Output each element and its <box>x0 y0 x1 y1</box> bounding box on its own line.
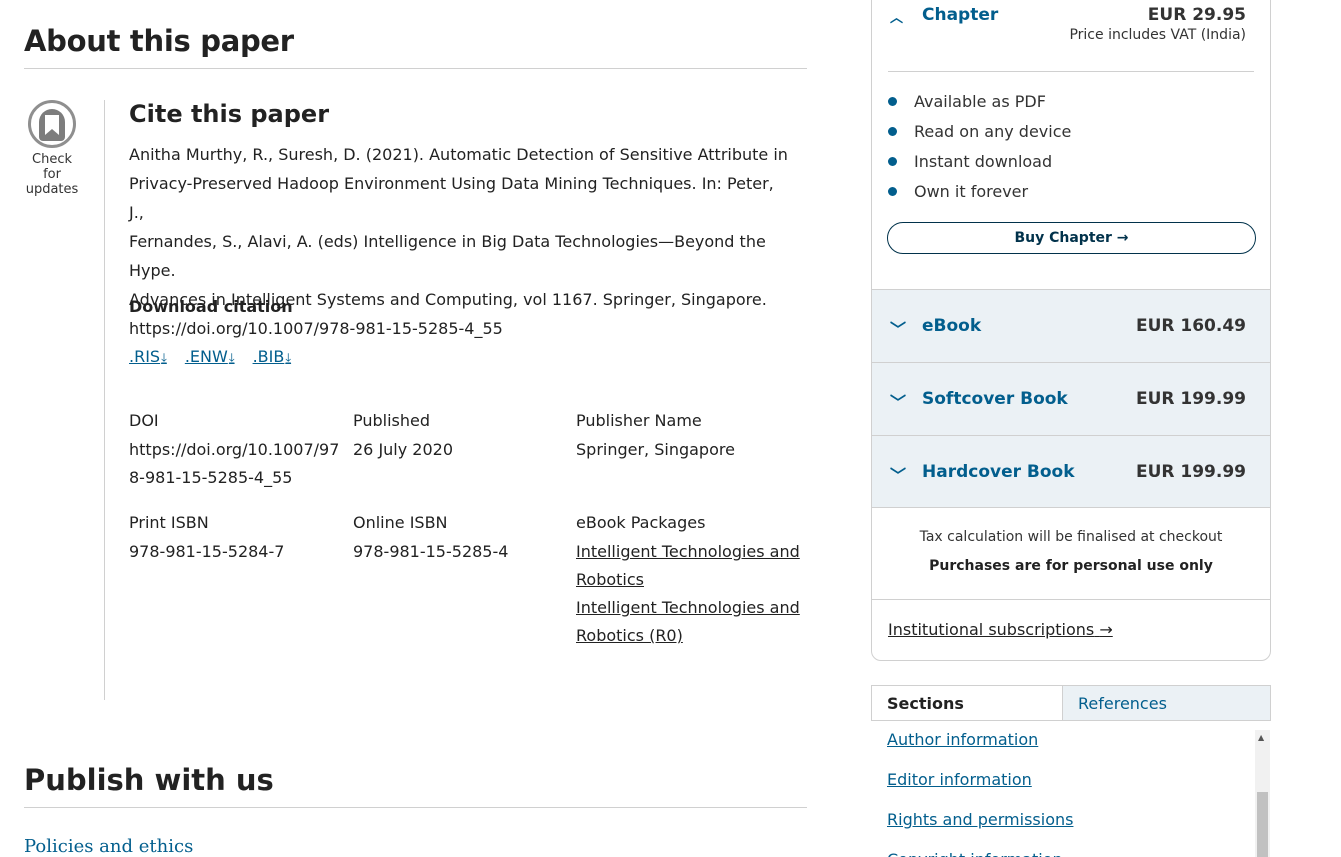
arrow-right-icon: → <box>1116 230 1129 246</box>
format-price: EUR 199.99 <box>1135 389 1246 409</box>
bullet-icon <box>888 186 897 196</box>
feature-item: Read on any device <box>888 116 1071 146</box>
chevron-down-icon: ﹀ <box>890 466 907 485</box>
print-isbn-value: 978-981-15-5284-7 <box>129 542 285 561</box>
format-option-softcover[interactable]: ﹀ Softcover Book EUR 199.99 <box>872 362 1270 435</box>
feature-item: Instant download <box>888 146 1071 176</box>
divider <box>24 807 807 808</box>
chevron-up-icon[interactable]: ︿ <box>890 7 903 26</box>
scroll-up-arrow-icon[interactable]: ▲ <box>1258 733 1264 742</box>
bullet-icon <box>888 126 897 136</box>
bullet-icon <box>888 156 897 166</box>
format-option-hardcover[interactable]: ﹀ Hardcover Book EUR 199.99 <box>872 435 1270 508</box>
download-icon: ⤓ <box>228 351 235 366</box>
download-bib-link[interactable]: .BIB⤓ <box>253 347 292 366</box>
download-icon: ⤓ <box>285 351 292 366</box>
cite-heading: Cite this paper <box>129 100 330 128</box>
tab-references[interactable]: References <box>1063 686 1270 720</box>
section-link-author-information[interactable]: Author information <box>887 728 1073 768</box>
arrow-right-icon: → <box>1099 620 1113 639</box>
print-isbn-label: Print ISBN <box>129 513 209 532</box>
format-name: Hardcover Book <box>922 462 1075 482</box>
purchase-panel: ︿ Chapter EUR 29.95 Price includes VAT (… <box>871 0 1271 661</box>
doi-label: DOI <box>129 411 159 430</box>
format-option-ebook[interactable]: ﹀ eBook EUR 160.49 <box>872 289 1270 362</box>
vertical-divider <box>104 100 105 700</box>
institutional-subscriptions-link[interactable]: Institutional subscriptions → <box>888 620 1113 639</box>
ebook-packages-list: Intelligent Technologies and Robotics Int… <box>576 538 800 650</box>
scrollbar-thumb[interactable] <box>1257 792 1268 857</box>
ebook-packages-label: eBook Packages <box>576 513 706 532</box>
section-link-rights-and-permissions[interactable]: Rights and permissions <box>887 808 1073 848</box>
divider <box>24 68 807 69</box>
policies-link[interactable]: Policies and ethics <box>24 836 193 857</box>
tax-note: Tax calculation will be finalised at che… <box>919 529 1223 545</box>
chapter-price: EUR 29.95 <box>1147 5 1246 25</box>
published-value: 26 July 2020 <box>353 440 454 459</box>
feature-item: Available as PDF <box>888 86 1071 116</box>
online-isbn-label: Online ISBN <box>353 513 448 532</box>
published-label: Published <box>353 411 431 430</box>
download-ris-link[interactable]: .RIS⤓ <box>129 347 167 366</box>
crossmark-icon <box>28 100 76 148</box>
sections-list: Author information Editor information Ri… <box>887 728 1073 857</box>
chevron-down-icon: ﹀ <box>890 393 907 412</box>
sections-scrollbar[interactable]: ▲ <box>1255 730 1270 857</box>
divider <box>872 599 1270 600</box>
format-name: eBook <box>922 316 982 336</box>
chevron-down-icon: ﹀ <box>890 320 907 339</box>
download-enw-link[interactable]: .ENW⤓ <box>185 347 235 366</box>
tab-sections[interactable]: Sections <box>872 686 1063 720</box>
personal-use-note: Purchases are for personal use only <box>929 558 1213 574</box>
format-price: EUR 160.49 <box>1135 316 1246 336</box>
section-link-editor-information[interactable]: Editor information <box>887 768 1073 808</box>
vat-note: Price includes VAT (India) <box>1069 27 1246 43</box>
doi-value: https://doi.org/10.1007/97 8-981-15-5285-… <box>129 440 340 487</box>
package-link[interactable]: Intelligent Technologies and Robotics (R0… <box>576 598 800 645</box>
publish-heading: Publish with us <box>24 763 274 797</box>
online-isbn-value: 978-981-15-5285-4 <box>353 542 509 561</box>
feature-list: Available as PDF Read on any device Inst… <box>888 86 1071 206</box>
buy-chapter-button[interactable]: Buy Chapter → <box>887 222 1256 254</box>
format-name: Softcover Book <box>922 389 1068 409</box>
format-price: EUR 199.99 <box>1135 462 1246 482</box>
bullet-icon <box>888 96 897 106</box>
citation-format-links: .RIS⤓ .ENW⤓ .BIB⤓ <box>129 347 291 366</box>
download-citation-label: Download citation <box>129 297 293 316</box>
divider <box>888 71 1254 72</box>
about-heading: About this paper <box>24 24 294 58</box>
download-icon: ⤓ <box>161 351 167 366</box>
chapter-option-label[interactable]: Chapter <box>922 5 998 25</box>
crossmark-label: Check for updates <box>25 152 79 197</box>
publisher-value: Springer, Singapore <box>576 440 735 459</box>
feature-item: Own it forever <box>888 176 1071 206</box>
publisher-label: Publisher Name <box>576 411 702 430</box>
sidebar-tabs: Sections References <box>871 685 1271 721</box>
section-link-copyright-information[interactable]: Copyright information <box>887 848 1073 857</box>
check-for-updates-badge[interactable]: Check for updates <box>22 100 82 197</box>
package-link[interactable]: Intelligent Technologies and Robotics <box>576 542 800 589</box>
